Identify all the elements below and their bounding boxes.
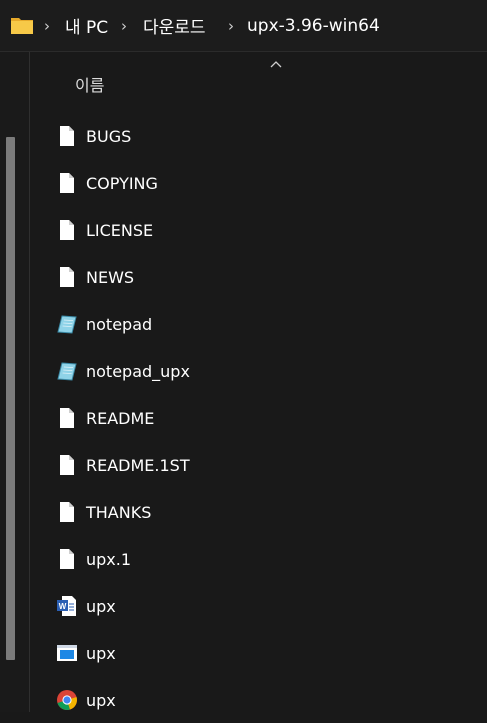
file-row[interactable]: W upx — [52, 583, 452, 629]
file-name: notepad_upx — [86, 361, 190, 381]
document-icon — [60, 408, 74, 428]
document-icon — [60, 267, 74, 287]
scrollbar-thumb[interactable] — [6, 137, 15, 660]
notepad-icon — [57, 315, 77, 334]
file-row[interactable]: COPYING — [52, 160, 452, 206]
file-name: upx — [86, 596, 116, 616]
chrome-html-icon — [57, 690, 77, 710]
file-name: LICENSE — [86, 220, 154, 240]
breadcrumb-item-current-folder[interactable]: upx-3.96-win64 — [247, 0, 380, 51]
chevron-right-icon[interactable]: › — [228, 0, 234, 51]
breadcrumb-item-downloads[interactable]: 다운로드 — [143, 0, 206, 51]
column-header-name[interactable]: 이름 — [75, 70, 104, 98]
chevron-right-icon[interactable]: › — [121, 0, 127, 51]
file-name: upx — [86, 690, 116, 710]
file-name: THANKS — [86, 502, 152, 522]
file-row[interactable]: upx — [52, 677, 452, 723]
file-row[interactable]: NEWS — [52, 254, 452, 300]
chevron-right-icon[interactable]: › — [44, 0, 50, 51]
svg-text:W: W — [59, 602, 67, 611]
file-name: COPYING — [86, 173, 158, 193]
file-name: BUGS — [86, 126, 132, 146]
document-icon — [60, 220, 74, 240]
document-icon — [60, 502, 74, 522]
file-row[interactable]: notepad_upx — [52, 348, 452, 394]
file-row[interactable]: upx.1 — [52, 536, 452, 582]
document-icon — [60, 455, 74, 475]
file-row[interactable]: README.1ST — [52, 442, 452, 488]
breadcrumb-item-my-pc[interactable]: 내 PC — [65, 0, 108, 51]
file-row[interactable]: THANKS — [52, 489, 452, 535]
file-row[interactable]: LICENSE — [52, 207, 452, 253]
file-name: README — [86, 408, 155, 428]
file-row[interactable]: BUGS — [52, 113, 452, 159]
file-row[interactable]: upx — [52, 630, 452, 676]
file-name: NEWS — [86, 267, 135, 287]
file-name: upx.1 — [86, 549, 132, 569]
file-name: README.1ST — [86, 455, 190, 475]
document-icon — [60, 173, 74, 193]
address-bar[interactable]: › 내 PC › 다운로드 › upx-3.96-win64 — [0, 0, 487, 52]
word-document-icon: W — [57, 596, 76, 616]
sort-ascending-icon[interactable] — [268, 59, 284, 69]
application-window-icon — [57, 645, 77, 661]
file-name: notepad — [86, 314, 153, 334]
file-row[interactable]: README — [52, 395, 452, 441]
document-icon — [60, 549, 74, 569]
document-icon — [60, 126, 74, 146]
file-row[interactable]: notepad — [52, 301, 452, 347]
folder-icon — [11, 18, 33, 34]
file-name: upx — [86, 643, 116, 663]
notepad-icon — [57, 362, 77, 381]
